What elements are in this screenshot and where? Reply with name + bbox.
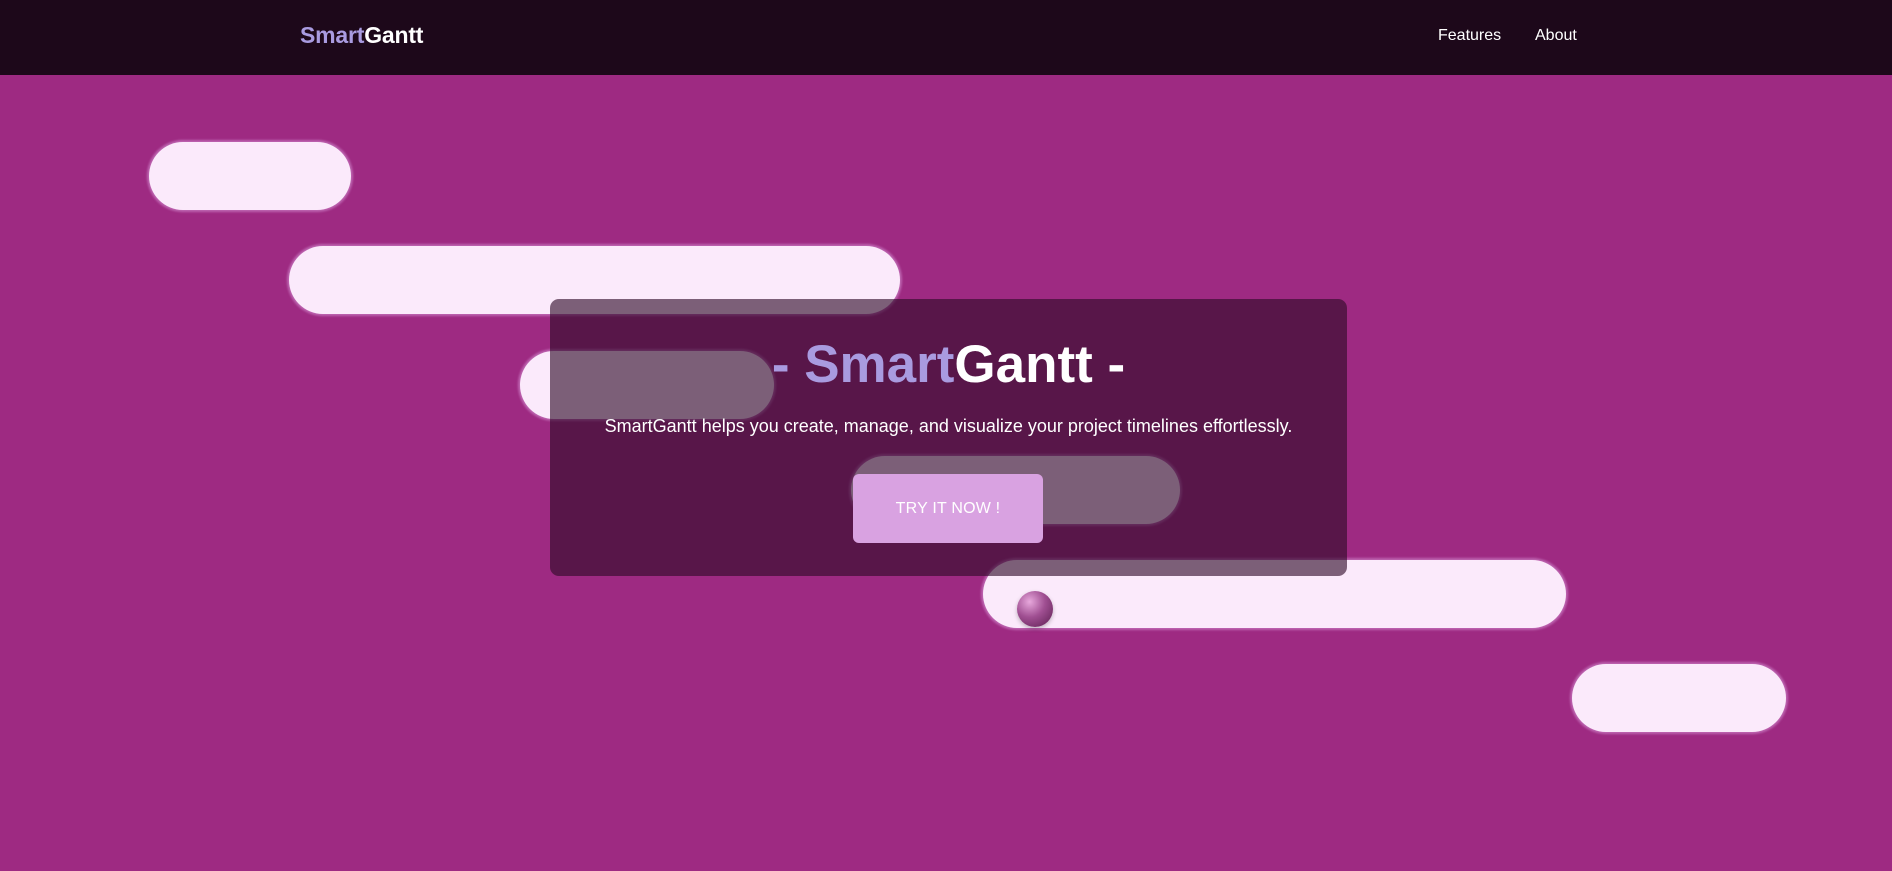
brand-gantt-text: Gantt (364, 22, 424, 48)
try-it-now-button[interactable]: TRY IT NOW ! (853, 474, 1043, 543)
hero-title-dash-left: - (771, 335, 805, 394)
hero-title-gantt: Gantt (954, 335, 1093, 394)
gantt-bar-decoration (149, 142, 351, 210)
brand-smart-text: Smart (300, 22, 365, 48)
hero-title: - SmartGantt - (550, 335, 1347, 395)
gantt-bar-decoration (1572, 664, 1786, 732)
nav-link-about[interactable]: About (1535, 27, 1577, 45)
cursor-orb-decoration (1017, 591, 1053, 627)
hero-title-smart: Smart (804, 335, 955, 394)
hero-title-dash-right: - (1092, 335, 1126, 394)
hero-subtitle: SmartGantt helps you create, manage, and… (604, 416, 1293, 436)
top-navbar: SmartGantt Features About (0, 0, 1892, 75)
hero-section: - SmartGantt - SmartGantt helps you crea… (0, 75, 1892, 871)
hero-card: - SmartGantt - SmartGantt helps you crea… (550, 299, 1347, 576)
nav-link-features[interactable]: Features (1438, 27, 1501, 45)
brand-logo[interactable]: SmartGantt (300, 22, 423, 49)
